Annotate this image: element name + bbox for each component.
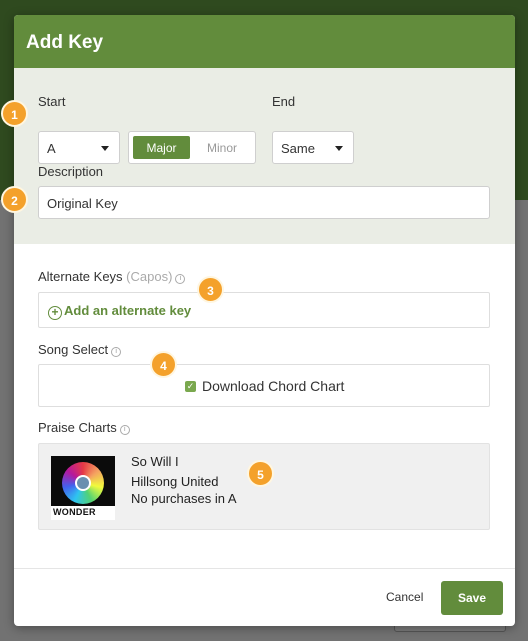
modal-footer [14,568,515,626]
download-chord-chart-checkbox[interactable]: ✓ [185,381,196,392]
description-input[interactable]: Original Key [38,186,490,219]
annotation-badge-3: 3 [197,276,224,303]
major-minor-toggle: Major Minor [128,131,256,164]
purchase-status: No purchases in A [131,491,237,506]
description-value: Original Key [47,196,118,211]
end-key-value: Same [281,141,315,156]
add-key-modal: Add Key Start A Major Minor End Same Des… [14,15,515,626]
album-globe-graphic [75,475,91,491]
start-label: Start [38,94,66,109]
cancel-button[interactable]: Cancel [386,590,423,604]
info-icon[interactable]: i [111,347,122,357]
plus-circle-icon: + [48,306,62,320]
annotation-badge-4: 4 [150,351,177,378]
album-artwork: WONDER [51,456,115,520]
alternate-keys-label: Alternate Keys (Capos) i [38,269,186,284]
alternate-keys-box: + Add an alternate key [38,292,490,328]
alternate-keys-title: Alternate Keys [38,269,123,284]
annotation-badge-2: 2 [1,186,28,213]
description-label: Description [38,164,104,179]
album-title-text: WONDER [53,507,96,517]
chevron-down-icon [101,146,109,151]
download-chord-chart-label[interactable]: Download Chord Chart [202,378,344,394]
song-artist: Hillsong United [131,474,219,489]
annotation-badge-5: 5 [247,460,274,487]
end-key-select[interactable]: Same [272,131,354,164]
modal-title: Add Key [14,15,515,68]
minor-option[interactable]: Minor [193,136,251,159]
add-alternate-key-link[interactable]: + Add an alternate key [48,303,191,320]
start-key-value: A [47,141,56,156]
end-label: End [272,94,296,109]
capos-sublabel: (Capos) [126,269,173,284]
info-icon[interactable]: i [175,274,186,284]
praise-charts-label: Praise Charts i [38,420,130,435]
annotation-badge-1: 1 [1,100,28,127]
add-alternate-key-label: Add an alternate key [64,303,192,318]
song-select-box: ✓ Download Chord Chart [38,364,490,407]
start-key-select[interactable]: A [38,131,120,164]
info-icon[interactable]: i [119,425,130,435]
song-select-label: Song Select i [38,342,122,357]
major-option[interactable]: Major [133,136,190,159]
chevron-down-icon [335,146,343,151]
song-select-title: Song Select [38,342,109,357]
praise-charts-title: Praise Charts [38,420,117,435]
song-title: So Will I [131,454,179,469]
album-ring-graphic [62,462,104,504]
save-button[interactable]: Save [441,581,503,615]
